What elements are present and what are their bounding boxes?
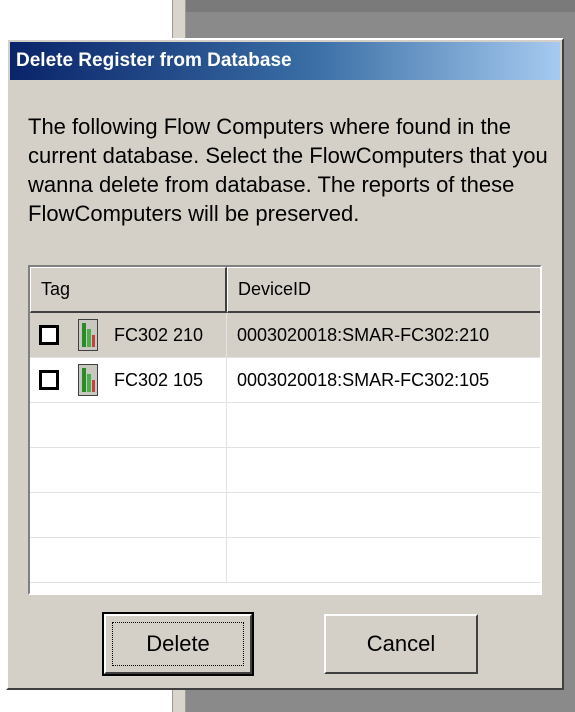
flow-computer-list[interactable]: Tag DeviceID FC302 210 0003020018:SMAR-F…: [28, 265, 542, 595]
cancel-button[interactable]: Cancel: [324, 614, 478, 674]
row-checkbox[interactable]: [39, 370, 59, 390]
empty-cell: [30, 493, 227, 537]
row-checkbox[interactable]: [39, 325, 59, 345]
device-tag: FC302 105: [114, 369, 204, 390]
column-header-deviceid[interactable]: DeviceID: [227, 267, 540, 313]
empty-row: [30, 448, 540, 493]
focus-rectangle: [112, 622, 244, 666]
tag-cell: FC302 105: [30, 358, 227, 402]
dialog-title: Delete Register from Database: [16, 50, 292, 71]
device-id: 0003020018:SMAR-FC302:210: [237, 324, 490, 345]
empty-cell: [30, 538, 227, 582]
device-tag: FC302 210: [114, 324, 204, 345]
list-row[interactable]: FC302 210 0003020018:SMAR-FC302:210: [30, 313, 540, 358]
column-header-tag[interactable]: Tag: [30, 267, 227, 313]
delete-button[interactable]: Delete: [102, 612, 254, 676]
flow-computer-icon: [78, 319, 98, 351]
list-row[interactable]: FC302 105 0003020018:SMAR-FC302:105: [30, 358, 540, 403]
empty-row: [30, 403, 540, 448]
empty-row: [30, 493, 540, 538]
background-workspace-header: [186, 0, 575, 12]
cancel-button-label: Cancel: [366, 631, 436, 656]
list-header: Tag DeviceID: [30, 267, 540, 313]
empty-cell: [30, 403, 227, 447]
empty-row: [30, 538, 540, 583]
empty-cell: [30, 448, 227, 492]
flow-computer-icon: [78, 364, 98, 396]
tag-cell: FC302 210: [30, 313, 227, 357]
delete-register-dialog: Delete Register from Database The follow…: [6, 38, 564, 690]
device-id: 0003020018:SMAR-FC302:105: [237, 369, 490, 390]
dialog-titlebar[interactable]: Delete Register from Database: [10, 42, 560, 80]
dialog-message: The following Flow Computers where found…: [28, 114, 548, 226]
